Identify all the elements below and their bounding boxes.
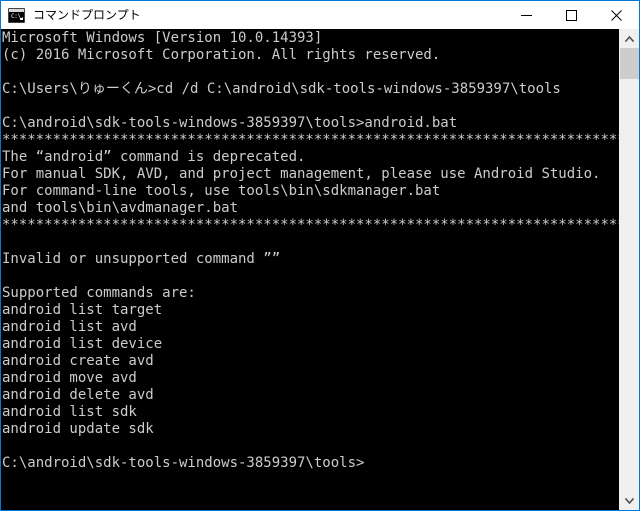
maximize-icon bbox=[566, 9, 577, 21]
minimize-button[interactable] bbox=[504, 1, 549, 29]
console-line: Microsoft Windows [Version 10.0.14393] bbox=[2, 30, 323, 46]
console-line: For command-line tools, use tools\bin\sd… bbox=[2, 183, 441, 199]
scroll-up-button[interactable] bbox=[620, 29, 639, 48]
close-icon bbox=[611, 9, 622, 21]
console-line: android list target bbox=[2, 302, 163, 318]
console-line: C:\android\sdk-tools-windows-3859397\too… bbox=[2, 455, 365, 471]
console-line: Supported commands are: bbox=[2, 285, 196, 301]
console-line: android create avd bbox=[2, 353, 154, 369]
console-line: android list device bbox=[2, 336, 163, 352]
cmd-icon-titlebar bbox=[9, 8, 24, 12]
console-line: Invalid or unsupported command ”” bbox=[2, 251, 281, 267]
console-line: android list sdk bbox=[2, 404, 137, 420]
console-line: android move avd bbox=[2, 370, 137, 386]
console-line: C:\Users\りゅーくん>cd /d C:\android\sdk-tool… bbox=[2, 81, 561, 97]
console-line: android list avd bbox=[2, 319, 137, 335]
scrollbar-track[interactable] bbox=[620, 48, 639, 491]
window-controls bbox=[504, 1, 639, 29]
console-line: C:\android\sdk-tools-windows-3859397\too… bbox=[2, 115, 458, 131]
command-prompt-window: C:\. コマンドプロンプト Microsoft Windows [Versio… bbox=[0, 0, 640, 511]
maximize-button[interactable] bbox=[549, 1, 594, 29]
console-line: ****************************************… bbox=[2, 217, 619, 233]
cmd-icon-cursor bbox=[20, 17, 23, 20]
console-line: android delete avd bbox=[2, 387, 154, 403]
cmd-prompt-icon: C:\. bbox=[8, 7, 25, 23]
scroll-down-button[interactable] bbox=[620, 491, 639, 510]
console-line: ****************************************… bbox=[2, 132, 619, 148]
console-line: For manual SDK, AVD, and project managem… bbox=[2, 166, 601, 182]
console-line: The “android” command is deprecated. bbox=[2, 149, 306, 165]
chevron-up-icon bbox=[625, 35, 634, 42]
chevron-down-icon bbox=[625, 497, 634, 504]
title-bar[interactable]: C:\. コマンドプロンプト bbox=[1, 1, 639, 29]
console-line: and tools\bin\avdmanager.bat bbox=[2, 200, 239, 216]
minimize-icon bbox=[521, 14, 532, 16]
close-button[interactable] bbox=[594, 1, 639, 29]
vertical-scrollbar[interactable] bbox=[619, 29, 639, 510]
console-area[interactable]: Microsoft Windows [Version 10.0.14393] (c… bbox=[1, 29, 639, 510]
window-title: コマンドプロンプト bbox=[33, 8, 141, 22]
console-line: android update sdk bbox=[2, 421, 154, 437]
console-line: (c) 2016 Microsoft Corporation. All righ… bbox=[2, 47, 441, 63]
title-bar-left: C:\. コマンドプロンプト bbox=[1, 7, 504, 23]
console-output[interactable]: Microsoft Windows [Version 10.0.14393] (c… bbox=[1, 29, 619, 510]
scrollbar-thumb[interactable] bbox=[620, 48, 639, 79]
